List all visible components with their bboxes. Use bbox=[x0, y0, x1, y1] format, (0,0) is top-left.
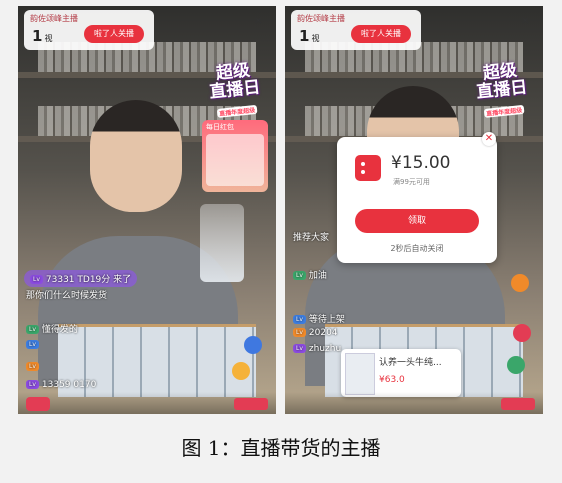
follow-button[interactable]: 啦了人关播 bbox=[351, 25, 411, 43]
follow-button[interactable]: 啦了人关播 bbox=[84, 25, 144, 43]
super-live-day-badge: 超级 直播日 直播年度超级 bbox=[208, 60, 262, 118]
coupon-price: ¥15.00 bbox=[391, 153, 451, 173]
super-live-day-badge: 超级 直播日 直播年度超级 bbox=[475, 60, 529, 118]
viewer-count: 1视 bbox=[32, 27, 53, 45]
level-badge: Lv bbox=[26, 362, 39, 371]
promo-card[interactable]: 每日红包 bbox=[202, 120, 268, 192]
chat-comment: Lv 等待上架 bbox=[293, 312, 345, 325]
gift-icon bbox=[513, 324, 531, 342]
chat-comment: Lv bbox=[26, 362, 42, 372]
claim-coupon-button[interactable]: 领取 bbox=[355, 209, 479, 233]
chat-comment: 推荐大家 bbox=[293, 233, 330, 243]
auto-close-timer: 2秒后自动关闭 bbox=[390, 244, 444, 253]
level-badge: Lv bbox=[26, 340, 39, 349]
chat-comment: Lv 加油 bbox=[293, 268, 327, 281]
level-badge: Lv bbox=[293, 328, 306, 337]
livestream-screen-right: 韵佐颂峰主播 1视 啦了人关播 ✕ 超级 直播日 直播年度超级 推荐大家 Lv 加… bbox=[285, 6, 543, 414]
coupon-popup: ¥15.00 满99元可用 领取 2秒后自动关闭 bbox=[337, 137, 497, 263]
livestream-screen-left: 韵佐颂峰主播 1视 啦了人关播 ✕ 超级 直播日 直播年度超级 每日红包 Lv 7… bbox=[18, 6, 276, 414]
product-card[interactable]: 认养一头牛纯... ¥63.0 bbox=[341, 349, 461, 397]
gift-icon bbox=[232, 362, 250, 380]
chat-comment: Lv 13359 0170 bbox=[26, 380, 96, 390]
chat-comment: Lv 懂得发的 bbox=[26, 322, 78, 335]
level-badge: Lv bbox=[293, 315, 306, 324]
product-price: ¥63.0 bbox=[379, 375, 405, 385]
chat-comment: Lv zhuzhu bbox=[293, 344, 341, 354]
glass-of-milk bbox=[200, 204, 244, 282]
popup-close-icon[interactable]: ✕ bbox=[482, 132, 496, 146]
level-badge: Lv bbox=[293, 271, 306, 280]
host-head bbox=[90, 100, 182, 212]
host-info-pill: 韵佐颂峰主播 1视 啦了人关播 bbox=[24, 10, 154, 50]
coupon-condition: 满99元可用 bbox=[393, 178, 430, 186]
host-info-pill: 韵佐颂峰主播 1视 啦了人关播 bbox=[291, 10, 421, 50]
product-name: 认养一头牛纯... bbox=[379, 358, 442, 368]
shopping-bag-icon[interactable] bbox=[26, 397, 50, 411]
gift-button[interactable] bbox=[234, 398, 268, 410]
host-name: 韵佐颂峰主播 bbox=[297, 14, 345, 23]
host-name: 韵佐颂峰主播 bbox=[30, 14, 78, 23]
coupon-icon bbox=[355, 155, 381, 181]
level-badge: Lv bbox=[26, 325, 39, 334]
chat-comment: Lv 73331 TD19分 来了 bbox=[24, 270, 138, 287]
gift-icon bbox=[507, 356, 525, 374]
level-badge: Lv bbox=[293, 344, 306, 353]
level-badge: Lv bbox=[30, 275, 43, 284]
chat-comment: Lv 20204 bbox=[293, 328, 338, 338]
close-icon[interactable]: ✕ bbox=[521, 16, 533, 28]
chat-comment: 那你们什么时候发货 bbox=[26, 291, 108, 301]
product-thumbnail bbox=[345, 353, 375, 395]
gift-icon bbox=[511, 274, 529, 292]
close-icon[interactable]: ✕ bbox=[254, 16, 266, 28]
level-badge: Lv bbox=[26, 380, 39, 389]
gift-button[interactable] bbox=[501, 398, 535, 410]
figure-caption: 图 1：直播带货的主播 bbox=[181, 436, 381, 460]
gift-icon bbox=[244, 336, 262, 354]
viewer-count: 1视 bbox=[299, 27, 320, 45]
chat-comment: Lv bbox=[26, 340, 42, 350]
